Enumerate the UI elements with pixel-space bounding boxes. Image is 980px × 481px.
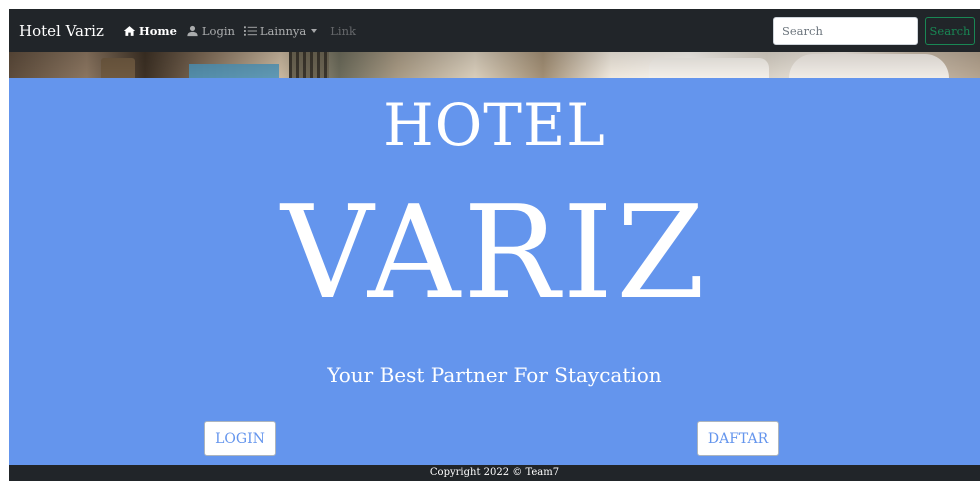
register-button[interactable]: DAFTAR [697,421,779,456]
brand-link[interactable]: Hotel Variz [19,22,104,40]
nav-home[interactable]: Home [123,24,177,38]
hero-tagline: Your Best Partner For Staycation [327,363,662,387]
top-navbar: Hotel Variz Home Login Lainnya Link Sear… [9,9,980,52]
hero-section: HOTEL VARIZ Your Best Partner For Stayca… [9,78,980,465]
home-icon [123,25,136,36]
photo-shade [9,52,980,78]
nav-lainnya-label: Lainnya [259,23,307,38]
nav-login-label: Login [201,23,235,38]
chevron-down-icon [311,28,318,33]
list-icon [243,25,257,36]
hero-title: HOTEL [383,91,606,159]
user-icon [187,25,198,36]
nav-lainnya-dropdown[interactable]: Lainnya [243,23,318,38]
page-frame: Hotel Variz Home Login Lainnya Link Sear… [9,9,980,481]
nav-home-label: Home [138,23,177,38]
nav-login[interactable]: Login [186,24,235,38]
search-button[interactable]: Search [925,17,975,45]
hero-photo-strip [9,52,980,78]
nav-link-disabled: Link [330,23,356,38]
hero-hotel-name: VARIZ [280,179,709,328]
login-button[interactable]: LOGIN [204,421,276,456]
search-input[interactable] [773,17,918,45]
footer-copyright: Copyright 2022 © Team7 [429,467,560,478]
footer: Copyright 2022 © Team7 [9,465,980,481]
